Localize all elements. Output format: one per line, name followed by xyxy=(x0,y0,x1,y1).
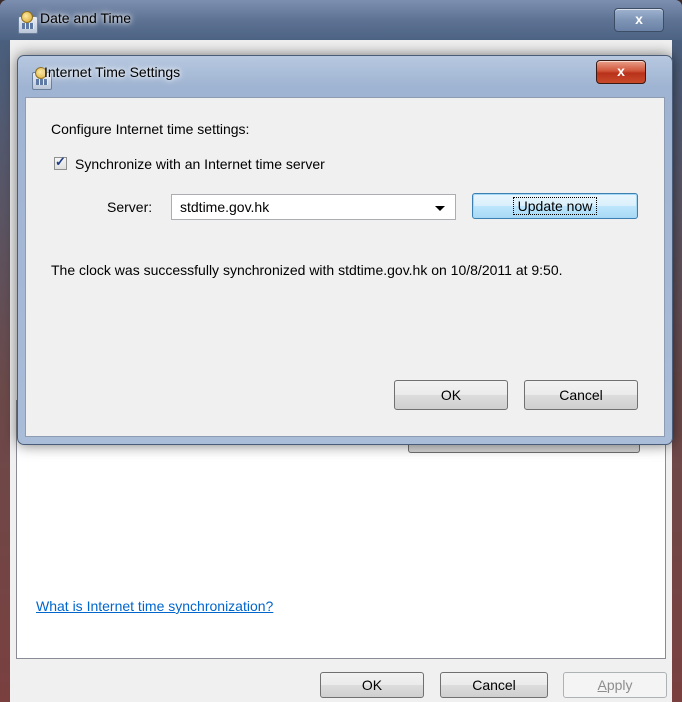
dropdown-arrow-icon[interactable] xyxy=(435,206,445,211)
window-title: Date and Time xyxy=(40,10,132,26)
sync-checkbox[interactable] xyxy=(54,154,67,170)
cancel-button[interactable]: Cancel xyxy=(440,672,548,698)
sync-status-text: The clock was successfully synchronized … xyxy=(51,262,563,278)
update-now-button[interactable]: Update now xyxy=(472,193,638,219)
server-label: Server: xyxy=(107,199,153,215)
dialog-title: Internet Time Settings xyxy=(44,64,181,80)
server-combobox[interactable]: stdtime.gov.hk xyxy=(171,194,456,220)
ok-button[interactable]: OK xyxy=(320,672,424,698)
configure-heading: Configure Internet time settings: xyxy=(51,121,250,137)
apply-label-rest: pply xyxy=(606,677,633,693)
dialog-ok-button[interactable]: OK xyxy=(394,380,508,410)
close-window-button[interactable]: x xyxy=(614,8,664,32)
sync-checkbox-label[interactable]: Synchronize with an Internet time server xyxy=(75,156,325,172)
apply-button[interactable]: Apply xyxy=(563,672,667,698)
close-dialog-button[interactable]: x xyxy=(596,60,646,84)
date-time-app-icon xyxy=(18,11,38,34)
server-value: stdtime.gov.hk xyxy=(180,199,270,215)
dialog-cancel-button[interactable]: Cancel xyxy=(524,380,638,410)
internet-time-help-link[interactable]: What is Internet time synchronization? xyxy=(36,598,273,614)
update-now-label: Update now xyxy=(512,197,598,215)
